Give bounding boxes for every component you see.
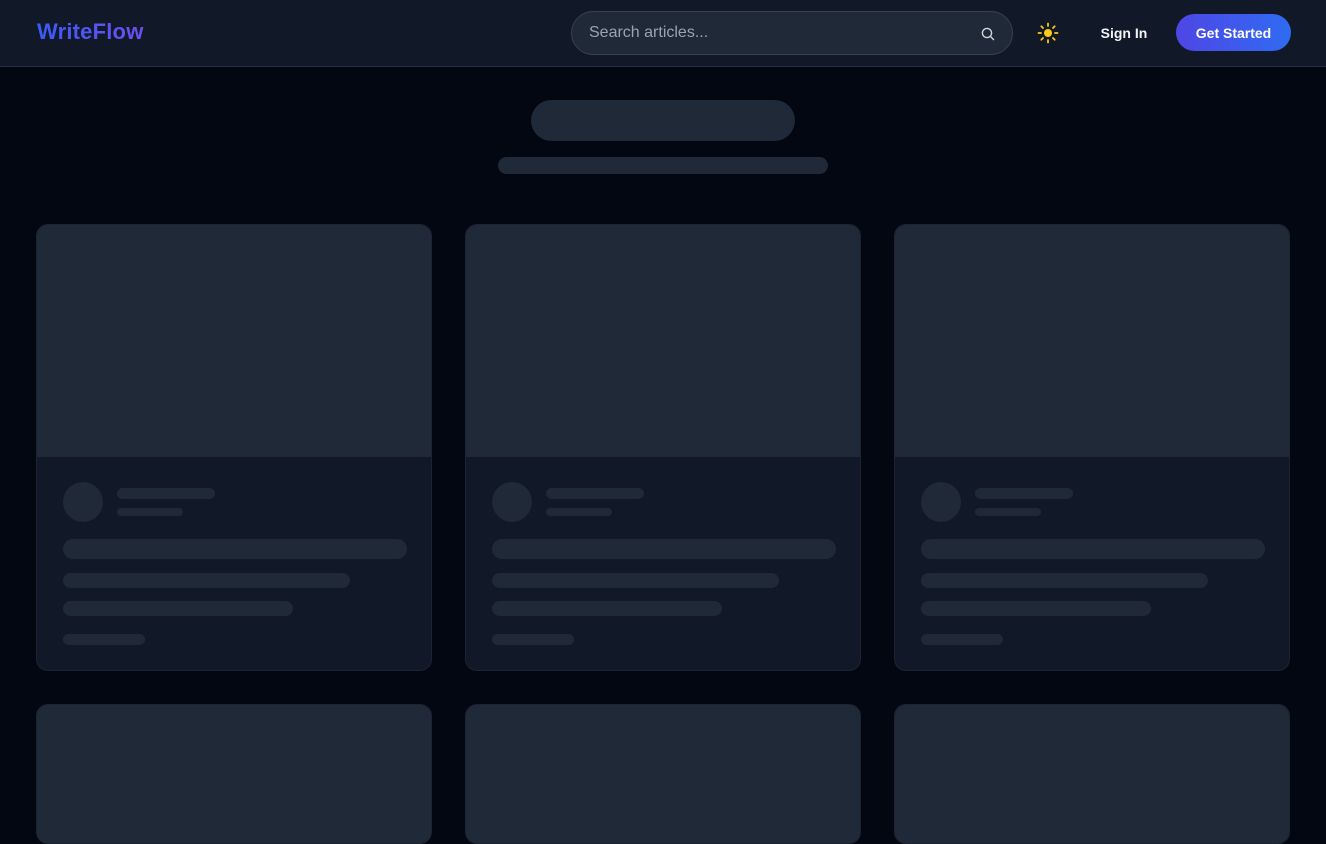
article-card-skeleton	[36, 704, 432, 844]
meta-skeleton	[492, 634, 574, 645]
excerpt-skeleton	[921, 573, 1208, 588]
article-card-skeleton	[465, 224, 861, 671]
excerpt-skeleton	[492, 573, 779, 588]
sign-in-button[interactable]: Sign In	[1088, 15, 1160, 51]
get-started-button[interactable]: Get Started	[1176, 14, 1291, 51]
hero-subtitle-skeleton	[498, 157, 828, 174]
sun-icon[interactable]	[1037, 22, 1059, 44]
search-box[interactable]	[571, 11, 1013, 55]
card-image-skeleton	[895, 225, 1289, 457]
excerpt-skeleton	[921, 601, 1151, 616]
author-name-skeleton	[117, 488, 215, 499]
article-card-skeleton	[465, 704, 861, 844]
avatar-skeleton	[492, 482, 532, 522]
hero-title-skeleton	[531, 100, 795, 141]
title-skeleton	[63, 539, 407, 559]
article-card-skeleton	[894, 224, 1290, 671]
meta-skeleton	[63, 634, 145, 645]
author-name-skeleton	[975, 488, 1073, 499]
logo[interactable]: WriteFlow	[37, 19, 144, 45]
author-name-skeleton	[546, 488, 644, 499]
date-skeleton	[117, 508, 183, 516]
search-icon[interactable]	[980, 26, 996, 42]
article-card-skeleton	[36, 224, 432, 671]
title-skeleton	[921, 539, 1265, 559]
meta-skeleton	[921, 634, 1003, 645]
search-input[interactable]	[589, 12, 969, 54]
card-image-skeleton	[37, 225, 431, 457]
excerpt-skeleton	[63, 601, 293, 616]
top-navbar: WriteFlow Sign In Get Started	[0, 0, 1326, 67]
title-skeleton	[492, 539, 836, 559]
avatar-skeleton	[921, 482, 961, 522]
avatar-skeleton	[63, 482, 103, 522]
card-image-skeleton	[466, 225, 860, 457]
date-skeleton	[546, 508, 612, 516]
date-skeleton	[975, 508, 1041, 516]
excerpt-skeleton	[492, 601, 722, 616]
article-card-skeleton	[894, 704, 1290, 844]
excerpt-skeleton	[63, 573, 350, 588]
